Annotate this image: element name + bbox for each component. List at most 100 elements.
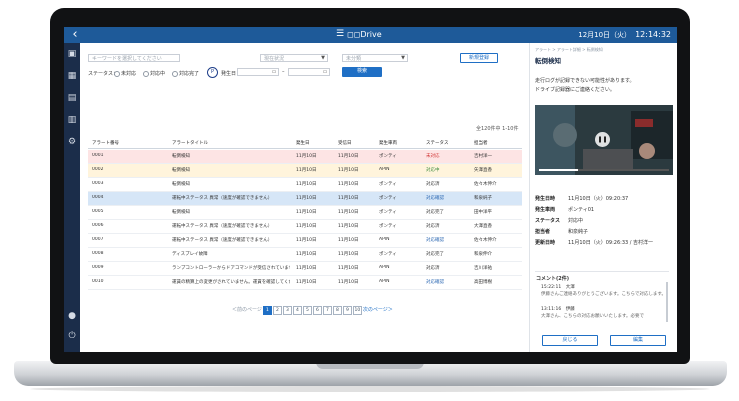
status-option-0[interactable]: 未対応 xyxy=(114,70,136,77)
status-option-label: 対応完了 xyxy=(179,71,200,77)
clock-time: 12:14:32 xyxy=(635,30,671,39)
person-icon[interactable]: ● xyxy=(67,311,77,321)
page-button[interactable]: 3 xyxy=(282,306,292,315)
table-cell: 0004 xyxy=(92,195,104,200)
table-cell: 吉村洋一 xyxy=(474,154,492,159)
status-option-1[interactable]: 対応中 xyxy=(143,70,165,77)
radio-icon xyxy=(172,70,178,77)
result-count: 全120件中 1-10件 xyxy=(476,126,519,132)
table-cell: 対応完了 xyxy=(426,210,444,215)
field-label: 更新日時 xyxy=(535,240,556,246)
table-cell: 11月10日 xyxy=(338,224,359,229)
date-label: 発生日 xyxy=(221,71,237,77)
menu-icon[interactable]: ☰ xyxy=(336,29,344,39)
page-button[interactable]: 5 xyxy=(302,306,312,315)
col-header: 受信日 xyxy=(338,141,352,146)
page-button[interactable]: 2 xyxy=(272,306,282,315)
date-from-input[interactable]: ▭ xyxy=(237,68,279,76)
video-player[interactable]: ❚❚ xyxy=(535,105,673,175)
power-icon[interactable]: ⏻ xyxy=(67,331,77,341)
new-button[interactable]: 新規登録 xyxy=(460,53,498,63)
chart-icon[interactable]: ▥ xyxy=(67,115,77,125)
table-row[interactable]: 0009 ランプコントローラーからドアコマンドが受信されていません 11月10日 11… xyxy=(88,262,522,276)
col-header: 発生車両 xyxy=(379,141,397,146)
pause-icon[interactable]: ❚❚ xyxy=(595,132,610,147)
status-select[interactable]: 現在状況 ▼ xyxy=(260,54,328,62)
table-row[interactable]: 0010 運賃の精算上の変更がされていません。運賃を確認してください 11月10日 1… xyxy=(88,276,522,290)
prev-page-link[interactable]: ＜前のページ xyxy=(232,306,262,314)
status-option-2[interactable]: 対応完了 xyxy=(172,70,199,77)
table-cell: ポンティ xyxy=(379,210,397,215)
breadcrumb: アラート > アラート詳細 > 転倒検知 xyxy=(535,47,603,52)
edit-button[interactable]: 編集 xyxy=(610,335,666,346)
radio-icon xyxy=(114,70,120,77)
next-page-link[interactable]: 次のページ＞ xyxy=(363,306,393,314)
search-button[interactable]: 検索 xyxy=(342,67,382,77)
table-cell: 運転中ステータス 異常（速度が確認できません） xyxy=(172,238,273,243)
page-button[interactable]: 6 xyxy=(312,306,322,315)
table-cell: 運賃の精算上の変更がされていません。運賃を確認してください xyxy=(172,280,290,285)
page-button[interactable]: 8 xyxy=(332,306,342,315)
pagination: ＜前のページ 1 2 3 4 5 6 7 8 9 10 次のページ＞ xyxy=(232,306,393,315)
clock-date: 12月10日（火） xyxy=(578,31,632,39)
date-to-input[interactable]: ▭ xyxy=(288,68,330,76)
back-arrow-icon[interactable]: ‹ xyxy=(68,28,82,42)
table-cell: 高田博樹 xyxy=(474,280,492,285)
gear-icon[interactable]: ⚙ xyxy=(67,137,77,147)
video-icon[interactable]: ▤ xyxy=(67,93,77,103)
table-row[interactable]: 0002 転倒検知 11月10日 11月10日 APIN 対応中 矢澤直香 xyxy=(88,164,522,178)
video-progress[interactable] xyxy=(539,169,669,171)
table-cell: 11月10日 xyxy=(296,266,317,271)
table-row[interactable]: 0006 運転中ステータス 異常（速度が確認できません） 11月10日 11月10日 ポ… xyxy=(88,220,522,234)
category-select-value: 未分類 xyxy=(346,56,362,62)
video-progress-fill xyxy=(539,169,578,171)
page-button[interactable]: 9 xyxy=(342,306,352,315)
alert-detail-panel: アラート > アラート詳細 > 転倒検知 転倒検知 走行ログが記録できない可能性… xyxy=(529,43,677,352)
close-button[interactable]: 戻じる xyxy=(542,335,598,346)
keyword-placeholder: キーワードを選択してください xyxy=(92,56,162,62)
table-cell: 0006 xyxy=(92,223,104,228)
radio-icon xyxy=(143,70,149,77)
comment-text: 大澤さん、こちらの対応お願いいたします。必要で xyxy=(541,314,645,319)
table-cell: ポンティ xyxy=(379,182,397,187)
page-button[interactable]: 1 xyxy=(262,306,272,315)
keyword-input[interactable]: キーワードを選択してください xyxy=(88,54,180,62)
table-cell: 11月10日 xyxy=(296,196,317,201)
table-cell: 0003 xyxy=(92,181,104,186)
category-select[interactable]: 未分類 ▼ xyxy=(342,54,408,62)
table-cell: 佐々木伸介 xyxy=(474,238,497,243)
table-cell: 対応済 xyxy=(426,266,440,271)
table-cell: APIN xyxy=(379,279,390,284)
status-option-label: 対応中 xyxy=(150,71,166,77)
page-button[interactable]: 7 xyxy=(322,306,332,315)
table-cell: 0005 xyxy=(92,209,104,214)
document-icon[interactable]: ▣ xyxy=(67,49,77,59)
comments-title: コメント(2件) xyxy=(536,276,570,282)
field-label: 発生日時 xyxy=(535,196,556,202)
table-row[interactable]: 0003 転倒検知 11月10日 11月10日 ポンティ 対応済 佐々木伸介 xyxy=(88,178,522,192)
detail-message-2: ドライブ記録器にご連絡ください。 xyxy=(535,87,615,93)
page-button[interactable]: 10 xyxy=(352,306,362,315)
col-header: 担当者 xyxy=(474,141,488,146)
col-header: アラートタイトル xyxy=(172,141,208,146)
comments-scrollbar[interactable] xyxy=(666,282,668,322)
comment-text: 伊藤さんご連絡ありがとうございます。こちらで対応します。 xyxy=(541,292,666,297)
table-cell: 和泉純子 xyxy=(474,196,492,201)
comments-section: コメント(2件) 15:22:11 大澤 伊藤さんご連絡ありがとうございます。こ… xyxy=(535,271,669,330)
table-cell: ポンティ xyxy=(379,154,397,159)
grid-icon[interactable]: ▦ xyxy=(67,71,77,81)
priority-badge[interactable]: P xyxy=(207,67,218,78)
table-row[interactable]: 0007 運転中ステータス 異常（速度が確認できません） 11月10日 11月10日 A… xyxy=(88,234,522,248)
table-row[interactable]: 0001 転倒検知 11月10日 11月10日 ポンティ 未対応 吉村洋一 xyxy=(88,150,522,164)
table-cell: 運転中ステータス 異常（速度が確認できません） xyxy=(172,196,273,201)
table-cell: 対応中 xyxy=(426,168,440,173)
table-cell: ポンティ xyxy=(379,224,397,229)
table-row[interactable]: 0005 転倒検知 11月10日 11月10日 ポンティ 対応完了 田中洋平 xyxy=(88,206,522,220)
page-button[interactable]: 4 xyxy=(292,306,302,315)
table-cell: ポンティ xyxy=(379,252,397,257)
table-row[interactable]: 0008 ディスプレイ故障 11月10日 11月10日 ポンティ 対応完了 和泉伸介 xyxy=(88,248,522,262)
laptop-shadow xyxy=(30,386,710,392)
table-row[interactable]: 0004 運転中ステータス 異常（速度が確認できません） 11月10日 11月10日 ポ… xyxy=(88,192,522,206)
calendar-icon: ▭ xyxy=(322,69,328,75)
table-cell: 矢澤直香 xyxy=(474,168,492,173)
